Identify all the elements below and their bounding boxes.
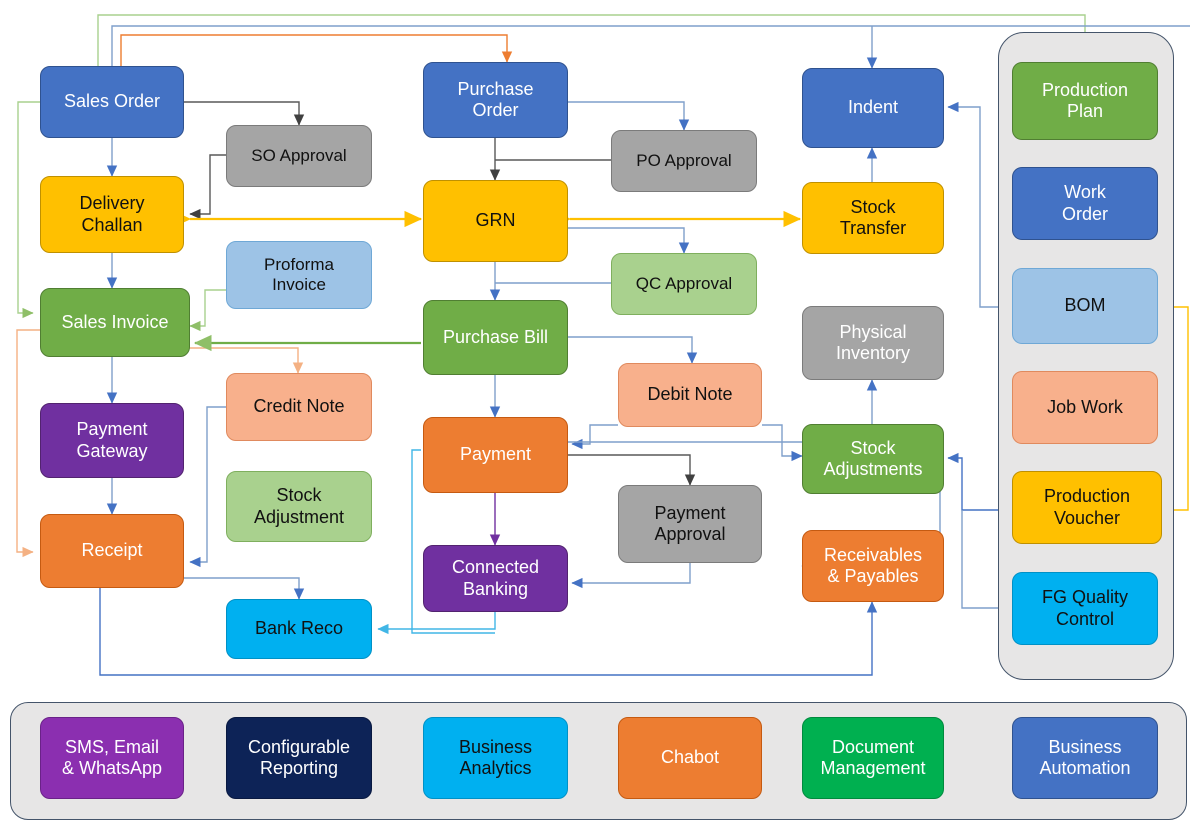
node-work-order[interactable]: Work Order [1012,167,1158,240]
node-job-work[interactable]: Job Work [1012,371,1158,444]
wire-receipt-to-bank-reco [184,577,305,600]
wire-sales-order-left-to-sales-invoice [17,101,40,319]
footer-business-analytics[interactable]: Business Analytics [423,717,568,799]
node-purchase-order[interactable]: Purchase Order [423,62,568,138]
node-connected-banking[interactable]: Connected Banking [423,545,568,612]
wire-purchase-order-to-po-approval [568,101,690,131]
wire-sales-order-to-so-approval [184,101,305,126]
node-so-approval[interactable]: SO Approval [226,125,372,187]
node-stock-adjustments[interactable]: Stock Adjustments [802,424,944,494]
wire-debit-note-to-stock-adjustments [762,424,803,462]
node-qc-approval[interactable]: QC Approval [611,253,757,315]
wire-debit-note-to-payment [571,424,618,450]
node-receivables-payables[interactable]: Receivables & Payables [802,530,944,602]
node-production-plan[interactable]: Production Plan [1012,62,1158,140]
node-bank-reco[interactable]: Bank Reco [226,599,372,659]
node-debit-note[interactable]: Debit Note [618,363,762,427]
node-stock-transfer[interactable]: Stock Transfer [802,182,944,254]
node-payment[interactable]: Payment [423,417,568,493]
node-sales-invoice[interactable]: Sales Invoice [40,288,190,357]
node-indent[interactable]: Indent [802,68,944,148]
node-payment-approval[interactable]: Payment Approval [618,485,762,563]
platform-group-panel [10,702,1187,820]
node-receipt[interactable]: Receipt [40,514,184,588]
footer-sms-email-whatsapp[interactable]: SMS, Email & WhatsApp [40,717,184,799]
node-payment-gateway[interactable]: Payment Gateway [40,403,184,478]
wire-payment-to-payment-approval [568,454,696,486]
wire-purchase-bill-to-debit-note [568,336,698,364]
node-delivery-challan[interactable]: Delivery Challan [40,176,184,253]
wire-payment-approval-to-connected-banking [571,563,691,589]
node-production-voucher[interactable]: Production Voucher [1012,471,1162,544]
wire-credit-note-to-receipt [189,406,226,568]
node-stock-adjustment[interactable]: Stock Adjustment [226,471,372,542]
wire-connected-banking-to-bank-reco [377,612,496,635]
footer-document-management[interactable]: Document Management [802,717,944,799]
wire-grn-to-qc-approval [568,227,690,254]
node-sales-order[interactable]: Sales Order [40,66,184,138]
footer-business-automation[interactable]: Business Automation [1012,717,1158,799]
wire-so-approval-to-delivery-challan [189,154,226,220]
node-grn[interactable]: GRN [423,180,568,262]
wire-proforma-invoice-to-sales-invoice [189,289,226,332]
node-physical-inventory[interactable]: Physical Inventory [802,306,944,380]
wire-sales-invoice-to-credit-note [184,347,304,374]
node-po-approval[interactable]: PO Approval [611,130,757,192]
footer-chabot[interactable]: Chabot [618,717,762,799]
wire-sales-order-to-production-plan [97,14,1091,66]
node-purchase-bill[interactable]: Purchase Bill [423,300,568,375]
node-fg-quality-control[interactable]: FG Quality Control [1012,572,1158,645]
node-credit-note[interactable]: Credit Note [226,373,372,441]
wire-sales-invoice-left-to-receipt [16,329,40,558]
diagram-canvas: Sales Order SO Approval Delivery Challan… [0,0,1195,836]
node-proforma-invoice[interactable]: Proforma Invoice [226,241,372,309]
footer-configurable-reporting[interactable]: Configurable Reporting [226,717,372,799]
node-bom[interactable]: BOM [1012,268,1158,344]
